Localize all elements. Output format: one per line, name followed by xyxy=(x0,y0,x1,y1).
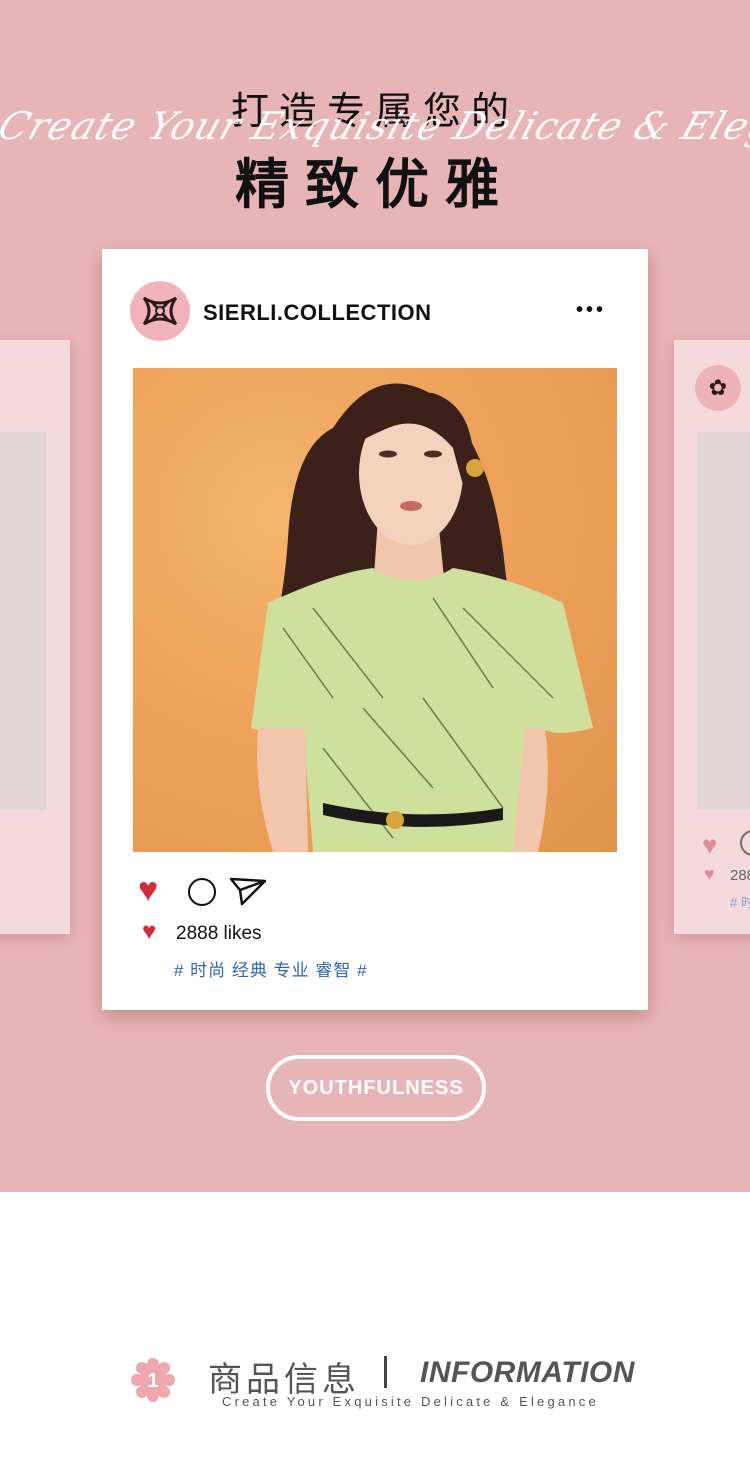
brand-logo[interactable] xyxy=(130,281,190,341)
brand-name[interactable]: SIERLI.COLLECTION xyxy=(203,300,432,326)
hashtags[interactable]: # 时尚 经典 专业 睿智 # xyxy=(174,956,368,981)
side-comment-icon xyxy=(740,830,750,856)
title-divider xyxy=(384,1356,387,1388)
side-likes-count: 288 xyxy=(730,867,750,884)
headline-line2: 精致优雅 xyxy=(235,153,515,216)
side-post-photo-placeholder xyxy=(697,432,750,810)
likes-heart-icon: ♥ xyxy=(142,918,157,945)
section-subtitle: Create Your Exquisite Delicate & Eleganc… xyxy=(222,1394,599,1409)
send-icon[interactable] xyxy=(228,875,268,907)
section-title-en: INFORMATION xyxy=(420,1356,635,1389)
side-heart-icon: ♥ xyxy=(702,830,718,860)
likes-count: 2888 likes xyxy=(176,923,262,944)
post-card: SIERLI.COLLECTION ••• ♥ ♥ 2888 likes # 时… xyxy=(102,249,648,1010)
post-photo xyxy=(133,368,617,852)
heart-icon[interactable]: ♥ xyxy=(138,873,158,907)
hero-section: 打造专属您的 Create Your Exquisite Delicate & … xyxy=(0,0,750,1192)
side-post-right[interactable]: ✿ ♥ ♥ 288 # 时 xyxy=(674,340,750,934)
side-brand-logo: ✿ xyxy=(695,365,741,411)
comment-icon[interactable] xyxy=(188,878,216,906)
svg-text:1: 1 xyxy=(147,1370,158,1392)
side-hashtags: # 时 xyxy=(730,895,750,910)
side-post-left[interactable] xyxy=(0,340,70,934)
youthfulness-badge[interactable]: YOUTHFULNESS xyxy=(266,1055,486,1121)
flower-number-icon: 1 xyxy=(131,1358,175,1402)
side-post-photo-placeholder xyxy=(0,432,46,810)
more-icon[interactable]: ••• xyxy=(576,299,606,322)
side-likes-heart-icon: ♥ xyxy=(704,864,715,884)
